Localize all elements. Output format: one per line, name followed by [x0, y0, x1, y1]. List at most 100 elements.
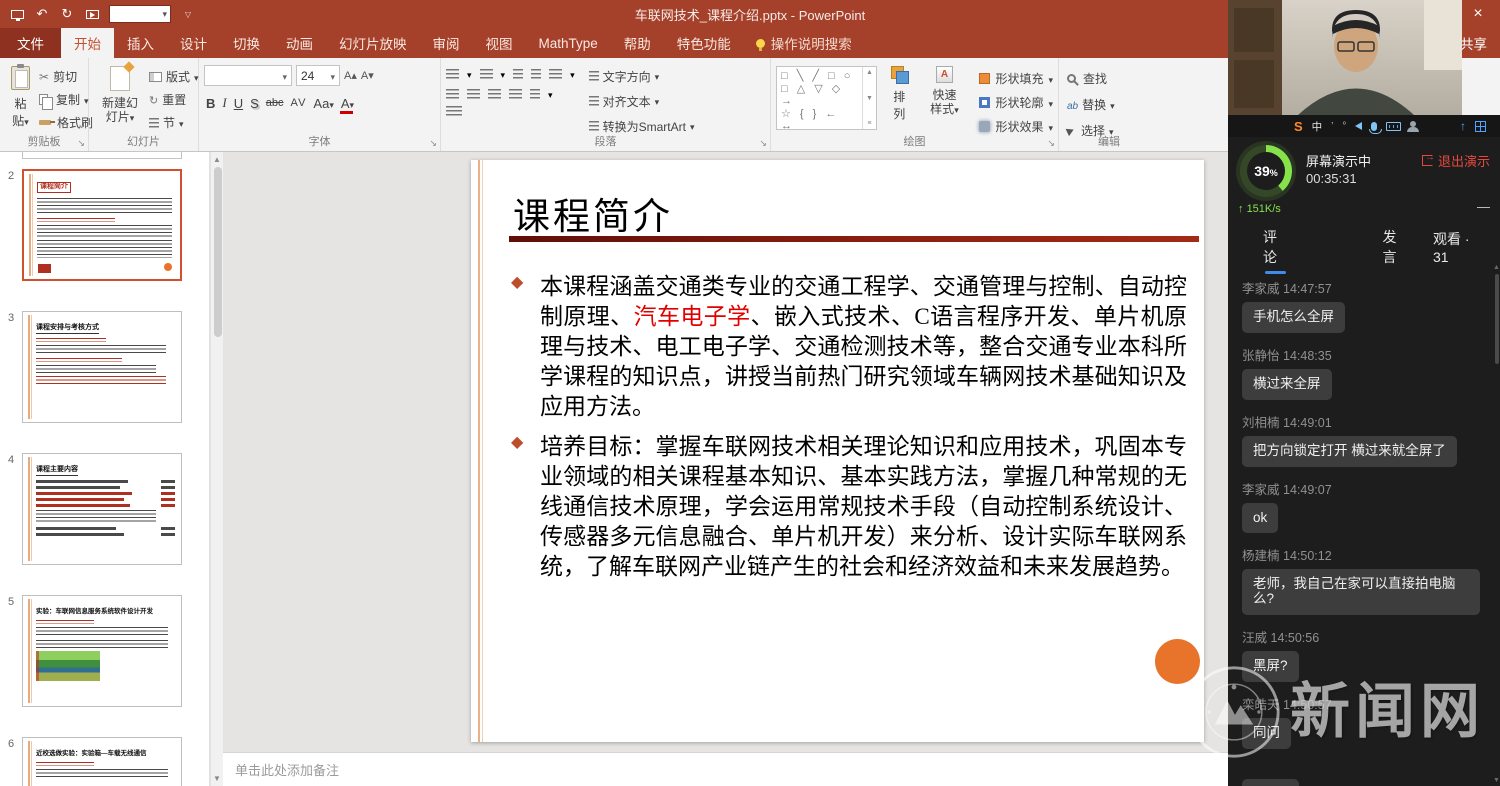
start-slideshow-icon[interactable]	[84, 6, 100, 22]
clipboard-dialog-launcher[interactable]	[77, 138, 85, 149]
profile-icon[interactable]	[1410, 119, 1416, 133]
grow-font-button[interactable]: A▴	[344, 69, 357, 82]
tab-viewers[interactable]: 观看 · 31	[1433, 229, 1482, 265]
upload-arrow-icon[interactable]	[1460, 119, 1466, 133]
section-button[interactable]: 节	[146, 112, 202, 133]
tab-animations[interactable]: 动画	[273, 28, 326, 58]
tab-insert[interactable]: 插入	[114, 28, 167, 58]
font-name-combo[interactable]	[204, 65, 292, 86]
tell-me-search[interactable]: 操作说明搜索	[756, 28, 852, 58]
text-columns-icon[interactable]	[446, 106, 462, 116]
shrink-font-button[interactable]: A▾	[361, 69, 374, 82]
columns-icon[interactable]	[530, 89, 540, 99]
quick-styles-button[interactable]: 快速样式	[921, 62, 967, 117]
increase-indent-icon[interactable]	[531, 69, 541, 79]
slideshow-monitor-icon[interactable]	[9, 6, 25, 22]
undo-icon[interactable]: ↶	[34, 6, 50, 22]
scrollbar-thumb[interactable]	[1495, 274, 1499, 364]
align-left-icon[interactable]	[446, 89, 459, 99]
scroll-up-icon[interactable]	[1493, 264, 1500, 271]
replace-button[interactable]: 替换	[1064, 94, 1154, 115]
speaker-icon[interactable]	[1355, 119, 1362, 133]
tab-slideshow[interactable]: 幻灯片放映	[326, 28, 420, 58]
paste-button[interactable]: 粘贴	[5, 62, 36, 129]
scroll-down-icon[interactable]	[211, 774, 223, 783]
bold-button[interactable]: B	[206, 96, 215, 111]
format-painter-button[interactable]: 格式刷	[36, 112, 96, 133]
tab-home[interactable]: 开始	[61, 28, 114, 58]
slide-thumbnail-3[interactable]: 课程安排与考核方式	[22, 311, 182, 423]
align-right-icon[interactable]	[488, 89, 501, 99]
slide-thumbnail-partial[interactable]	[22, 152, 182, 159]
numbering-icon[interactable]	[480, 69, 493, 79]
ime-lang-icon[interactable]: 中	[1312, 119, 1323, 133]
slide-thumbnail-5[interactable]: 实验：车联网信息服务系统软件设计开发	[22, 595, 182, 707]
paragraph-dialog-launcher[interactable]	[759, 138, 767, 149]
qat-combo[interactable]	[109, 5, 171, 23]
gallery-more-icon[interactable]	[867, 120, 871, 127]
shape-outline-button[interactable]: 形状轮廓	[979, 94, 1053, 111]
microphone-icon[interactable]	[1371, 119, 1377, 133]
close-button[interactable]: ×	[1456, 0, 1500, 28]
ime-punct-icon[interactable]: ’	[1331, 119, 1333, 133]
slide-thumbnail-2[interactable]: 课程简介	[22, 169, 182, 281]
tab-file[interactable]: 文件	[0, 28, 61, 58]
align-text-button[interactable]: 对齐文本	[589, 91, 695, 111]
cut-button[interactable]: 剪切	[36, 66, 96, 87]
tab-transitions[interactable]: 切换	[220, 28, 273, 58]
decrease-indent-icon[interactable]	[513, 69, 523, 79]
scroll-up-icon[interactable]	[211, 155, 223, 164]
shape-fill-button[interactable]: 形状填充	[979, 70, 1053, 87]
new-slide-button[interactable]: 新建幻灯片	[94, 62, 146, 125]
italic-button[interactable]: I	[222, 95, 226, 111]
thumbnail-scrollbar[interactable]	[210, 152, 223, 786]
tab-features[interactable]: 特色功能	[664, 28, 744, 58]
exit-presentation-button[interactable]: 退出演示	[1422, 151, 1490, 170]
text-shadow-button[interactable]: S	[250, 96, 259, 111]
tab-help[interactable]: 帮助	[611, 28, 664, 58]
chat-list[interactable]: 李家威 14:47:57 手机怎么全屏 张静怡 14:48:35 横过来全屏 刘…	[1228, 262, 1493, 786]
grid-icon[interactable]	[1475, 119, 1486, 133]
tab-mathtype[interactable]: MathType	[526, 28, 611, 58]
qat-overflow-icon[interactable]	[180, 6, 196, 22]
align-center-icon[interactable]	[467, 89, 480, 99]
reset-button[interactable]: 重置	[146, 89, 202, 110]
font-color-button[interactable]: A	[341, 96, 354, 111]
arrange-button[interactable]: 排列	[883, 62, 915, 122]
slide-thumbnail-6[interactable]: 近校选做实验：实验箱—车载无线通信	[22, 737, 182, 786]
underline-button[interactable]: U	[234, 96, 243, 111]
tab-review[interactable]: 审阅	[420, 28, 473, 58]
layout-button[interactable]: 版式	[146, 66, 202, 87]
gallery-scroll-up-icon[interactable]	[866, 69, 873, 76]
change-case-button[interactable]: Aa	[313, 96, 333, 111]
text-direction-button[interactable]: 文字方向	[589, 66, 695, 86]
ime-symbol-icon[interactable]: °	[1342, 119, 1346, 133]
slide[interactable]: 课程简介 本课程涵盖交通类专业的交通工程学、交通管理与控制、自动控制原理、汽车电…	[471, 160, 1204, 742]
shapes-row[interactable]	[781, 82, 858, 107]
chat-scrollbar[interactable]	[1493, 262, 1500, 786]
strikethrough-button[interactable]: abc	[266, 97, 284, 109]
gallery-scroll-down-icon[interactable]	[866, 95, 873, 102]
tab-speak[interactable]: 发言	[1383, 227, 1408, 267]
shapes-gallery[interactable]	[776, 66, 877, 130]
bullets-icon[interactable]	[446, 69, 459, 79]
drawing-dialog-launcher[interactable]	[1047, 138, 1055, 149]
tab-view[interactable]: 视图	[473, 28, 526, 58]
line-spacing-icon[interactable]	[549, 69, 562, 79]
collapse-icon[interactable]: —	[1477, 199, 1490, 214]
webcam-video[interactable]	[1228, 0, 1462, 115]
shapes-row[interactable]	[781, 107, 858, 132]
find-button[interactable]: 查找	[1064, 68, 1154, 89]
scrollbar-thumb[interactable]	[214, 167, 222, 337]
tab-comments[interactable]: 评论	[1263, 227, 1288, 267]
justify-icon[interactable]	[509, 89, 522, 99]
character-spacing-button[interactable]: AV	[291, 97, 307, 109]
tab-design[interactable]: 设计	[167, 28, 220, 58]
redo-icon[interactable]: ↻	[59, 6, 75, 22]
scroll-down-icon[interactable]	[1493, 777, 1500, 784]
slide-body-text[interactable]: 本课程涵盖交通类专业的交通工程学、交通管理与控制、自动控制原理、汽车电子学、嵌入…	[509, 272, 1187, 593]
font-dialog-launcher[interactable]	[429, 138, 437, 149]
copy-button[interactable]: 复制	[36, 89, 96, 110]
slide-thumbnail-4[interactable]: 课程主要内容	[22, 453, 182, 565]
shapes-row[interactable]	[781, 69, 858, 82]
